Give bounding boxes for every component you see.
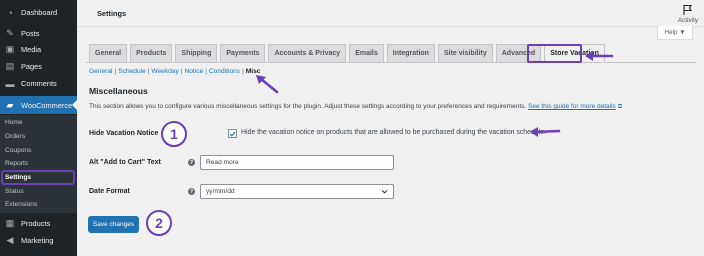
submenu-home[interactable]: Home — [5, 119, 23, 126]
menu-item-media[interactable]: ▣ Media — [0, 41, 77, 58]
section-description: This section allows you to configure var… — [89, 103, 622, 111]
date-format-select[interactable]: yy/mm/dd — [200, 184, 394, 199]
woo-icon: ▰ — [6, 99, 14, 110]
flag-icon — [683, 4, 692, 15]
woocommerce-submenu: Home Orders Coupons Reports Settings Sta… — [0, 115, 77, 213]
subnav-weekday[interactable]: Weekday — [151, 68, 178, 75]
date-format-label: Date Format — [89, 188, 130, 195]
settings-highlight-box — [1, 170, 75, 185]
menu-item-posts[interactable]: ✎ Posts — [0, 25, 77, 42]
tabs-divider — [86, 62, 696, 63]
menu-label-pages: Pages — [21, 62, 42, 71]
step-2-badge: 2 — [146, 210, 172, 236]
menu-label-media: Media — [21, 45, 42, 54]
activity-label: Activity — [677, 17, 699, 24]
tab-emails[interactable]: Emails — [349, 44, 384, 62]
tab-payments[interactable]: Payments — [220, 44, 266, 62]
help-button[interactable]: Help ▼ — [657, 26, 693, 40]
tab-site-visibility[interactable]: Site visibility — [437, 44, 493, 62]
subnav-general[interactable]: General — [89, 68, 112, 75]
checkmark-icon — [229, 131, 236, 137]
pin-icon: ✎ — [6, 28, 14, 38]
menu-item-comments[interactable]: ▬ Comments — [0, 75, 77, 92]
submenu-coupons[interactable]: Coupons — [5, 147, 31, 154]
hide-notice-checkbox[interactable] — [228, 129, 237, 138]
tab-shipping[interactable]: Shipping — [175, 44, 218, 62]
tab-general[interactable]: General — [89, 44, 128, 62]
submenu-extensions[interactable]: Extensions — [5, 201, 37, 208]
hide-notice-description: Hide the vacation notice on products tha… — [241, 129, 546, 136]
step-1-badge: 1 — [161, 121, 187, 147]
help-tip-icon[interactable]: ? — [188, 188, 195, 195]
arrow-to-misc-link — [259, 77, 279, 94]
menu-item-pages[interactable]: ▤ Pages — [0, 58, 77, 75]
menu-item-products[interactable]: ▦ Products — [0, 215, 77, 232]
menu-label-products: Products — [21, 219, 51, 228]
store-vacation-highlight-box — [527, 44, 582, 63]
date-format-value: yy/mm/dd — [206, 188, 235, 195]
guide-link[interactable]: See this guide for more details — [528, 103, 616, 110]
section-subnav: General | Schedule | Weekday | Notice | Cond… — [89, 68, 261, 75]
menu-label-marketing: Marketing — [21, 236, 54, 245]
admin-sidebar: ◔ Dashboard ✎ Posts ▣ Media ▤ Pages ▬ Co… — [0, 0, 77, 256]
chevron-down-icon — [381, 189, 388, 194]
subnav-schedule[interactable]: Schedule — [118, 68, 146, 75]
save-changes-button[interactable]: Save changes — [88, 216, 139, 233]
menu-label-comments: Comments — [21, 79, 57, 88]
tab-accounts-privacy[interactable]: Accounts & Privacy — [268, 44, 347, 62]
box-icon: ▦ — [5, 218, 15, 228]
subnav-conditions[interactable]: Conditions — [209, 68, 240, 75]
activity-button[interactable]: Activity — [673, 4, 703, 24]
submenu-orders[interactable]: Orders — [5, 133, 25, 140]
external-link-icon: ⧉ — [617, 104, 623, 110]
add-to-cart-text-input[interactable] — [200, 155, 394, 170]
menu-item-woocommerce[interactable]: ▰ WooCommerce — [0, 96, 77, 114]
tab-products[interactable]: Products — [130, 44, 173, 62]
section-title: Miscellaneous — [89, 86, 148, 96]
section-description-text: This section allows you to configure var… — [89, 103, 527, 110]
header-divider — [77, 26, 704, 27]
menu-item-marketing[interactable]: ◀ Marketing — [0, 232, 77, 249]
menu-label-dashboard: Dashboard — [21, 8, 58, 17]
menu-label-posts: Posts — [21, 29, 40, 38]
subnav-misc: Misc — [245, 68, 261, 75]
help-tip-icon[interactable]: ? — [188, 159, 195, 166]
dashboard-icon: ◔ — [7, 7, 13, 18]
menu-item-dashboard[interactable]: ◔ Dashboard — [0, 4, 77, 21]
comment-icon: ▬ — [5, 78, 15, 89]
page-icon: ▤ — [5, 61, 15, 71]
tab-integration[interactable]: Integration — [386, 44, 435, 62]
submenu-status[interactable]: Status — [5, 188, 24, 195]
page-title: Settings — [97, 9, 127, 18]
megaphone-icon: ◀ — [6, 235, 14, 245]
menu-label-woocommerce: WooCommerce — [21, 100, 73, 110]
media-icon: ▣ — [5, 44, 15, 54]
submenu-reports[interactable]: Reports — [5, 160, 28, 167]
subnav-notice[interactable]: Notice — [185, 68, 204, 75]
hide-notice-label: Hide Vacation Notice — [89, 130, 159, 137]
add-to-cart-label: Alt "Add to Cart" Text — [89, 159, 161, 166]
